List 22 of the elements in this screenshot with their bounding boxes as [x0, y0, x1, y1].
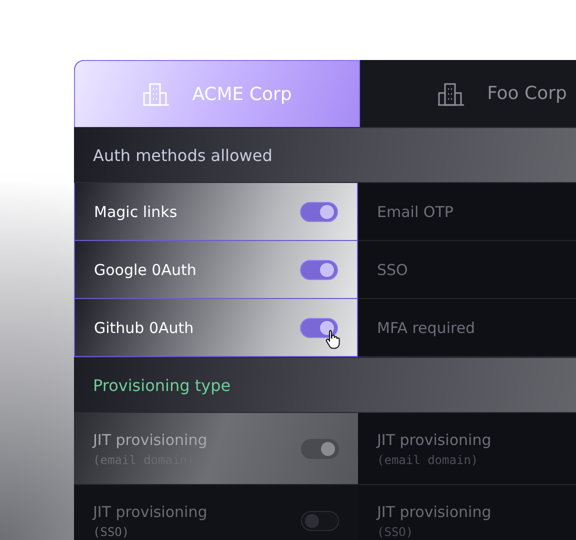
- option-label: JIT provisioning: [377, 502, 492, 520]
- building-icon: [142, 82, 170, 106]
- hand-cursor-icon: [325, 329, 341, 349]
- company-tab[interactable]: Foo Corp: [360, 60, 576, 127]
- option-label: Github 0Auth: [94, 318, 195, 336]
- toggle-switch[interactable]: [300, 202, 338, 222]
- option-label: JIT provisioning: [377, 430, 492, 448]
- option-label: JIT provisioning: [93, 430, 208, 448]
- section-title: Provisioning type: [93, 376, 231, 394]
- option-label: SSO: [377, 260, 409, 278]
- toggle-switch[interactable]: [300, 318, 338, 338]
- option-label: Magic links: [94, 202, 178, 220]
- toggle-switch[interactable]: [300, 260, 338, 280]
- option-note: (email domain): [377, 452, 480, 466]
- option-label: Google 0Auth: [94, 260, 198, 278]
- option-label: Email OTP: [377, 202, 454, 220]
- section-title: Auth methods allowed: [93, 146, 272, 164]
- option-label: MFA required: [377, 318, 476, 336]
- option-note: (SSO): [377, 524, 414, 538]
- option-note: (SSO): [93, 524, 130, 538]
- building-icon: [437, 82, 466, 106]
- option-label: JIT provisioning: [93, 502, 208, 520]
